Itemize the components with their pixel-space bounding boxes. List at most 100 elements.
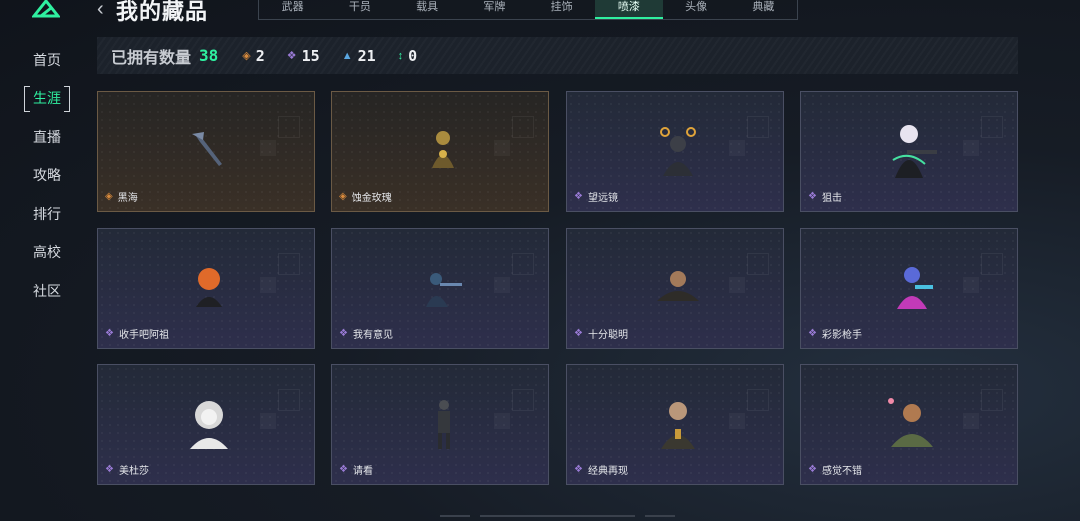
card-name-row: ❖ 望远镜 (574, 189, 618, 204)
orange-rarity-icon: ◈ (242, 50, 251, 62)
spray-art-icon (432, 131, 454, 168)
card-decoration (729, 413, 745, 429)
owned-count-total: 38 (199, 46, 219, 65)
blue-rarity-count: 21 (357, 46, 376, 65)
purple-rarity-icon: ❖ (339, 328, 348, 339)
bottom-scroll-indicator[interactable] (440, 515, 676, 521)
purple-rarity-icon: ❖ (574, 328, 583, 339)
orange-rarity-icon: ◈ (339, 191, 347, 202)
card-name-row: ❖ 我有意见 (339, 326, 393, 341)
card-decoration (747, 253, 769, 275)
card-decoration (278, 116, 300, 138)
card-decoration (981, 389, 1003, 411)
spray-art-icon (192, 132, 222, 166)
card-decoration (747, 389, 769, 411)
card-name: 蚀金玫瑰 (351, 193, 392, 204)
tab-collection[interactable]: 典藏 (730, 0, 797, 19)
sidebar-item-career[interactable]: 生涯 (24, 86, 70, 112)
card-decoration (512, 389, 534, 411)
spray-art-icon (196, 268, 222, 307)
blue-rarity-icon: ▲ (341, 49, 353, 62)
scroll-segment (645, 515, 675, 517)
sidebar-item-community[interactable]: 社区 (24, 279, 70, 303)
spray-card[interactable]: ❖ 十分聪明 (566, 228, 784, 349)
green-rarity-icon: ↕ (397, 49, 404, 62)
spray-card[interactable]: ❖ 彩影枪手 (800, 228, 1018, 349)
card-name-row: ◈ 蚀金玫瑰 (339, 189, 392, 204)
rarity-stat: ↕ 0 (398, 47, 418, 65)
spray-card[interactable]: ❖ 美杜莎 (97, 364, 315, 485)
back-chevron-icon[interactable]: ‹ (97, 0, 104, 21)
spray-art-icon (657, 271, 699, 301)
tab-dogtags[interactable]: 军牌 (461, 0, 528, 19)
card-name: 请看 (352, 466, 373, 477)
tab-avatars[interactable]: 头像 (663, 0, 730, 19)
tab-vehicles[interactable]: 载具 (394, 0, 461, 19)
purple-rarity-count: 15 (301, 46, 320, 65)
card-name: 彩影枪手 (821, 330, 862, 341)
spray-card[interactable]: ❖ 我有意见 (331, 228, 549, 349)
purple-rarity-icon: ❖ (286, 50, 297, 62)
card-name-row: ❖ 经典再现 (574, 462, 628, 477)
purple-rarity-icon: ❖ (105, 328, 114, 339)
card-name-row: ❖ 狙击 (808, 189, 842, 204)
ownership-stats-bar: 已拥有数量 38 ◈ 2 ❖ 15 ▲ 21 ↕ 0 (97, 37, 1018, 74)
sidebar-item-guides[interactable]: 攻略 (24, 163, 70, 187)
app-logo-icon[interactable] (32, 0, 60, 18)
spray-card[interactable]: ❖ 收手吧阿祖 (97, 228, 315, 349)
spray-art-icon (660, 127, 696, 176)
card-decoration (963, 140, 979, 156)
card-name: 经典再现 (587, 466, 628, 477)
card-decoration (494, 413, 510, 429)
spray-card[interactable]: ◈ 黑海 (97, 91, 315, 212)
purple-rarity-icon: ❖ (808, 328, 817, 339)
card-name-row: ❖ 请看 (339, 462, 373, 477)
page-title: 我的藏品 (116, 0, 209, 24)
spray-art-icon (892, 125, 937, 178)
spray-card[interactable]: ❖ 望远镜 (566, 91, 784, 212)
card-decoration (260, 413, 276, 429)
tab-operators[interactable]: 干员 (326, 0, 393, 19)
spray-art-icon (426, 273, 462, 307)
tab-charms[interactable]: 挂饰 (528, 0, 595, 19)
spray-grid: ◈ 黑海 ◈ 蚀金玫瑰 ❖ 望远镜 ❖ 狙击 ❖ 收手吧阿祖 ❖ 我有意见 ❖ … (97, 91, 1018, 485)
spray-card[interactable]: ❖ 请看 (331, 364, 549, 485)
spray-art-icon (661, 402, 695, 449)
card-decoration (981, 116, 1003, 138)
owned-count-label: 已拥有数量 (111, 49, 192, 67)
card-name: 十分聪明 (587, 330, 628, 341)
spray-art-icon (438, 400, 450, 449)
sidebar-item-ranking[interactable]: 排行 (24, 202, 70, 226)
spray-art-icon (888, 398, 933, 447)
sidebar-item-college[interactable]: 高校 (24, 240, 70, 264)
tab-weapons[interactable]: 武器 (259, 0, 326, 19)
card-name-row: ❖ 感觉不错 (808, 462, 862, 477)
spray-card[interactable]: ◈ 蚀金玫瑰 (331, 91, 549, 212)
rarity-stat: ❖ 15 (287, 47, 320, 65)
spray-card[interactable]: ❖ 狙击 (800, 91, 1018, 212)
card-name-row: ❖ 收手吧阿祖 (105, 326, 169, 341)
card-decoration (981, 253, 1003, 275)
card-name-row: ❖ 十分聪明 (574, 326, 628, 341)
sidebar-item-home[interactable]: 首页 (24, 48, 70, 72)
sidebar: 首页 生涯 直播 攻略 排行 高校 社区 (0, 0, 92, 521)
card-decoration (963, 413, 979, 429)
card-name-row: ◈ 黑海 (105, 189, 138, 204)
purple-rarity-icon: ❖ (574, 464, 583, 475)
card-decoration (963, 277, 979, 293)
spray-card[interactable]: ❖ 感觉不错 (800, 364, 1018, 485)
sidebar-item-live[interactable]: 直播 (24, 125, 70, 149)
orange-rarity-icon: ◈ (105, 191, 113, 202)
scroll-segment (440, 515, 470, 517)
card-name: 美杜莎 (118, 466, 149, 477)
card-name: 我有意见 (352, 330, 393, 341)
tab-sprays[interactable]: 喷漆 (595, 0, 663, 19)
card-decoration (494, 140, 510, 156)
card-name: 望远镜 (587, 193, 618, 204)
card-decoration (278, 389, 300, 411)
spray-card[interactable]: ❖ 经典再现 (566, 364, 784, 485)
card-name-row: ❖ 美杜莎 (105, 462, 149, 477)
purple-rarity-icon: ❖ (339, 464, 348, 475)
rarity-stat: ◈ 2 (242, 47, 265, 65)
card-decoration (747, 116, 769, 138)
